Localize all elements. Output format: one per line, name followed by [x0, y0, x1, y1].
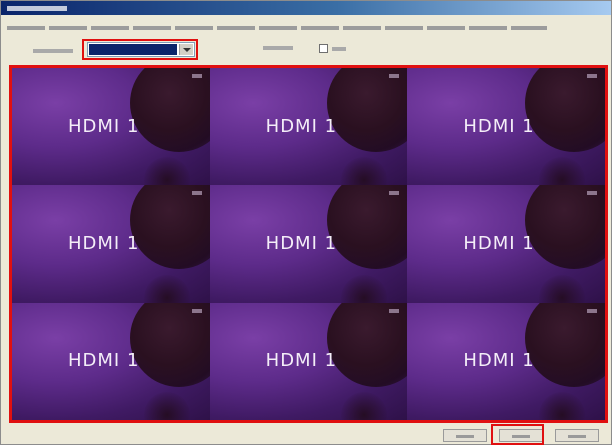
back-button[interactable]	[443, 429, 487, 442]
tile-source-label: HDMI 1	[463, 233, 535, 255]
tile-source-label: HDMI 1	[265, 233, 338, 255]
tile-badge	[191, 74, 202, 78]
tile-source-label: HDMI 1	[463, 350, 535, 372]
video-wall-preview: HDMI 1 HDMI 1 HDMI 1 HDMI 1 HDMI 1 HDMI …	[9, 65, 608, 423]
tile-background-art	[539, 392, 585, 420]
tile-background-art	[525, 302, 605, 387]
cancel-button-label	[568, 435, 586, 438]
preview-tile[interactable]: HDMI 1	[209, 68, 408, 186]
preview-tile[interactable]: HDMI 1	[12, 68, 210, 186]
tile-source-label: HDMI 1	[265, 115, 338, 137]
tile-badge	[191, 191, 202, 196]
tile-background-art	[539, 274, 585, 303]
tile-background-art	[341, 157, 388, 186]
tile-background-art	[341, 274, 388, 303]
tile-background-art	[525, 185, 605, 270]
mode-label	[33, 49, 73, 53]
tile-badge	[389, 74, 400, 78]
cancel-button[interactable]	[555, 429, 599, 442]
tile-background-art	[143, 274, 190, 303]
tile-badge	[587, 191, 597, 196]
output-checkbox-label	[332, 47, 346, 51]
tile-badge	[389, 191, 400, 196]
tile-background-art	[327, 302, 408, 387]
preview-tile[interactable]: HDMI 1	[407, 185, 605, 303]
tile-source-label: HDMI 1	[68, 350, 140, 372]
tile-background-art	[327, 185, 408, 270]
tile-badge	[191, 308, 202, 313]
window-titlebar[interactable]	[1, 1, 611, 15]
tile-background-art	[129, 68, 210, 152]
tile-badge	[389, 308, 400, 313]
tile-badge	[587, 308, 597, 313]
output-checkbox[interactable]	[319, 44, 328, 53]
window-title	[7, 6, 67, 11]
tile-source-label: HDMI 1	[265, 350, 338, 372]
tile-background-art	[525, 68, 605, 152]
tile-background-art	[143, 157, 190, 186]
tile-background-art	[539, 157, 585, 186]
tile-badge	[587, 74, 597, 78]
preview-tile[interactable]: HDMI 1	[407, 68, 605, 186]
wizard-dialog: HDMI 1 HDMI 1 HDMI 1 HDMI 1 HDMI 1 HDMI …	[0, 0, 612, 445]
instructions-text	[7, 26, 547, 30]
preview-tile[interactable]: HDMI 1	[209, 302, 408, 420]
tile-source-label: HDMI 1	[463, 115, 535, 137]
tile-background-art	[143, 392, 190, 420]
tile-source-label: HDMI 1	[68, 115, 140, 137]
tile-source-label: HDMI 1	[68, 233, 140, 255]
back-button-label	[456, 435, 474, 438]
tile-background-art	[341, 392, 388, 420]
tile-background-art	[129, 302, 210, 387]
preview-tile[interactable]: HDMI 1	[12, 302, 210, 420]
preview-tile[interactable]: HDMI 1	[209, 185, 408, 303]
preview-tile[interactable]: HDMI 1	[12, 185, 210, 303]
tile-background-art	[327, 68, 408, 152]
output-label	[263, 46, 293, 50]
tile-background-art	[129, 185, 210, 270]
dropdown-highlight-box	[82, 39, 198, 60]
next-highlight-box	[491, 424, 544, 445]
preview-tile[interactable]: HDMI 1	[407, 302, 605, 420]
